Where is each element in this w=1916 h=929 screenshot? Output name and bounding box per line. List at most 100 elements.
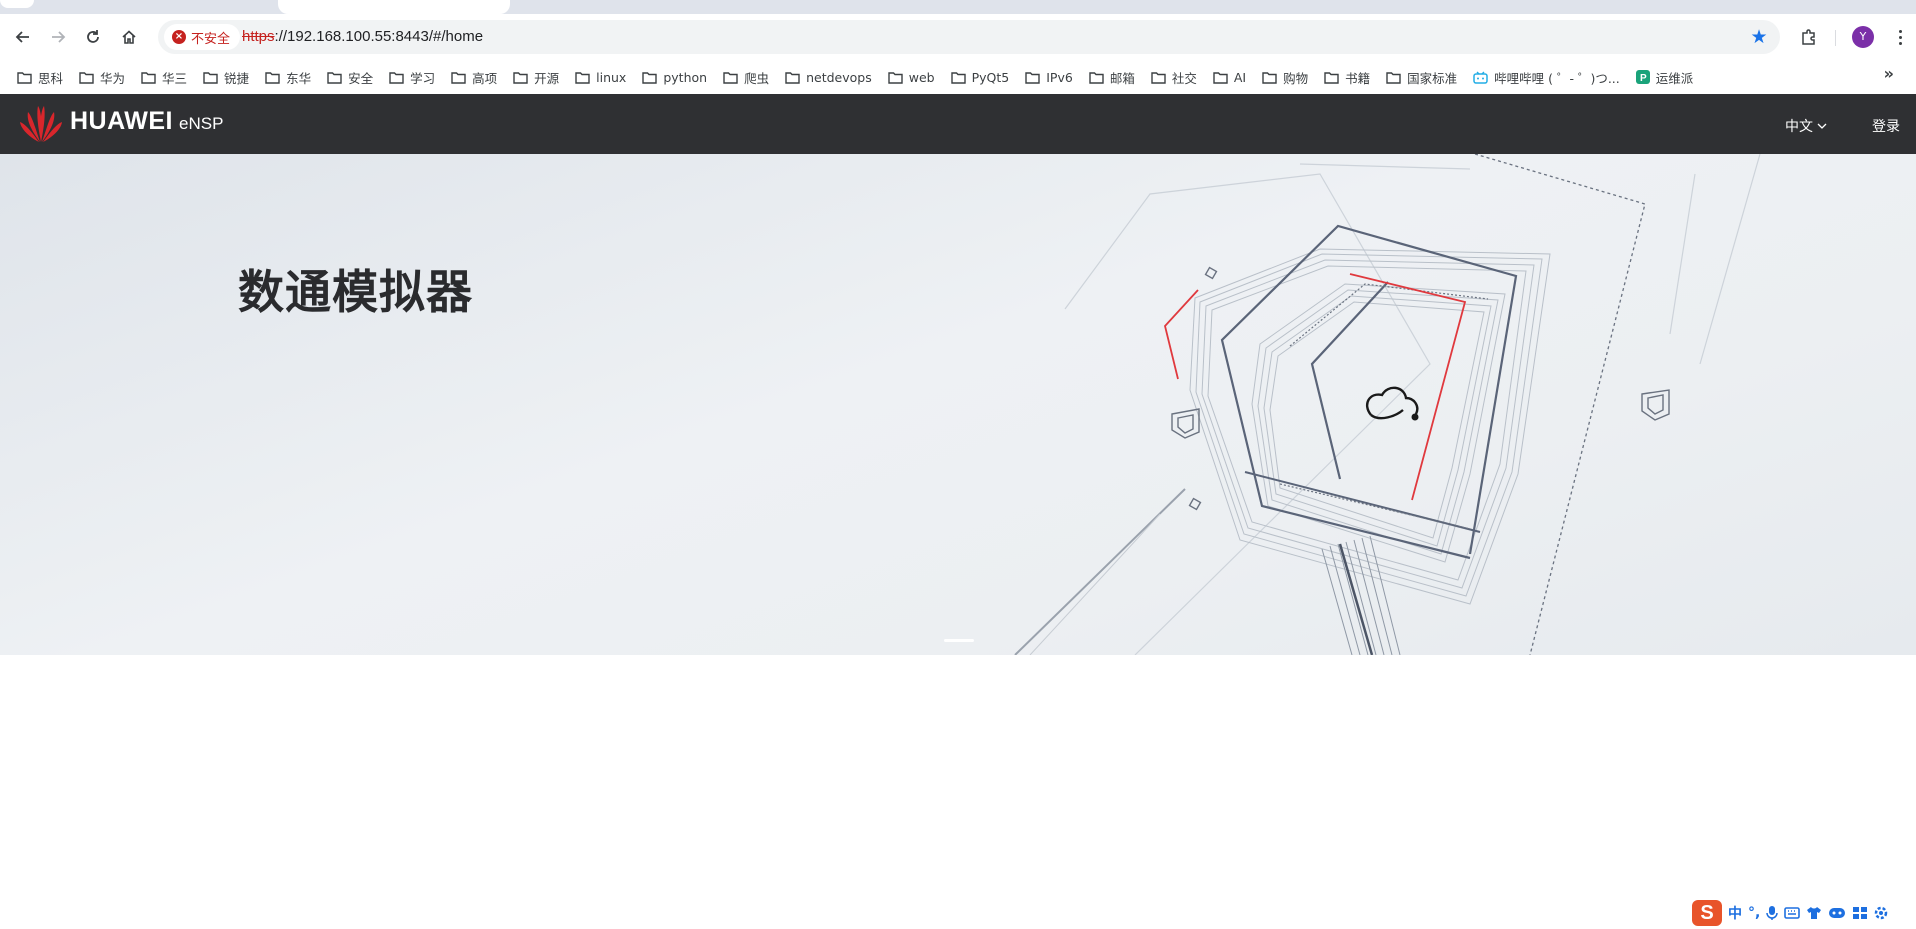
chevron-down-icon xyxy=(1817,123,1827,129)
bookmark-label: 哔哩哔哩 ( ゜- ゜)つ... xyxy=(1494,70,1620,86)
extensions-button[interactable] xyxy=(1794,22,1824,52)
language-selector[interactable]: 中文 xyxy=(1785,116,1827,136)
security-chip[interactable]: × 不安全 xyxy=(164,24,241,50)
bookmark-item[interactable]: linux xyxy=(570,64,631,90)
profile-avatar[interactable]: Y xyxy=(1852,26,1874,48)
home-button[interactable] xyxy=(114,22,144,52)
folder-icon xyxy=(1324,71,1339,84)
bookmark-item[interactable]: 书籍 xyxy=(1319,64,1375,90)
reload-icon xyxy=(87,30,99,43)
folder-icon xyxy=(265,71,280,84)
ime-mode-toggle[interactable]: 中 xyxy=(1728,903,1742,923)
toolbar-divider xyxy=(1835,30,1836,46)
bookmark-item[interactable]: 高项 xyxy=(446,64,502,90)
url-scheme: https xyxy=(242,28,275,45)
bookmark-label: 华三 xyxy=(162,70,188,86)
folder-icon xyxy=(1025,71,1040,84)
language-label: 中文 xyxy=(1785,119,1813,135)
bookmark-item[interactable]: web xyxy=(883,64,940,90)
folder-icon xyxy=(1386,71,1401,84)
bookmarks-overflow-button[interactable]: » xyxy=(1884,64,1894,83)
keyboard-icon[interactable] xyxy=(1784,906,1801,920)
folder-icon xyxy=(141,71,156,84)
settings-gear-icon[interactable] xyxy=(1874,906,1888,920)
microphone-icon[interactable] xyxy=(1766,905,1779,921)
bookmark-label: 社交 xyxy=(1171,70,1197,86)
bookmark-item[interactable]: 邮箱 xyxy=(1084,64,1140,90)
bookmark-label: 国家标准 xyxy=(1407,70,1458,86)
bookmark-label: 华为 xyxy=(100,70,126,86)
puzzle-icon xyxy=(1802,29,1815,45)
cloud-icon xyxy=(1366,386,1419,420)
hero-title: 数通模拟器 xyxy=(238,265,473,319)
bookmark-item[interactable]: python xyxy=(637,64,712,90)
address-bar[interactable]: × 不安全 https://192.168.100.55:8443/#/home… xyxy=(158,20,1780,54)
url-text[interactable]: https://192.168.100.55:8443/#/home xyxy=(242,20,483,54)
bookmark-item[interactable]: PyQt5 xyxy=(946,64,1015,90)
bookmark-item[interactable]: netdevops xyxy=(780,64,877,90)
bookmark-item[interactable]: 东华 xyxy=(260,64,316,90)
bookmark-item[interactable]: 购物 xyxy=(1257,64,1313,90)
browser-menu-button[interactable] xyxy=(1888,22,1912,52)
bookmark-item[interactable]: 开源 xyxy=(508,64,564,90)
hero-illustration xyxy=(1014,154,1761,655)
folder-icon xyxy=(950,71,966,84)
bookmark-item[interactable]: 社交 xyxy=(1146,64,1202,90)
grid-tools-icon[interactable] xyxy=(1852,906,1868,920)
bookmark-label: 书籍 xyxy=(1345,70,1371,86)
bookmark-label: 锐捷 xyxy=(224,70,250,86)
bookmark-label: 东华 xyxy=(286,70,312,86)
forward-arrow-icon xyxy=(52,31,66,43)
reload-button[interactable] xyxy=(78,22,108,52)
folder-icon xyxy=(1213,71,1228,84)
bookmark-item[interactable]: 学习 xyxy=(384,64,440,90)
svg-text:P: P xyxy=(1640,73,1647,84)
folder-icon xyxy=(1151,71,1166,84)
bookmark-label: python xyxy=(663,69,708,85)
ime-punctuation-toggle[interactable]: °, xyxy=(1748,905,1760,921)
bookmark-label: 学习 xyxy=(410,70,436,86)
bookmark-item[interactable]: IPv6 xyxy=(1020,64,1078,90)
bookmark-item[interactable]: 锐捷 xyxy=(198,64,254,90)
folder-icon xyxy=(203,71,218,84)
bookmark-item[interactable]: 思科 xyxy=(12,64,68,90)
bookmark-label: 运维派 xyxy=(1655,70,1694,86)
sogou-ime-logo-icon[interactable]: S xyxy=(1692,900,1722,926)
bookmark-item[interactable]: 哔哩哔哩 ( ゜- ゜)つ... xyxy=(1468,64,1625,90)
bookmark-item[interactable]: 华三 xyxy=(136,64,192,90)
security-label: 不安全 xyxy=(191,31,231,47)
bookmark-item[interactable]: 爬虫 xyxy=(718,64,774,90)
gamepad-icon[interactable] xyxy=(1828,906,1846,920)
bookmark-label: linux xyxy=(596,69,627,85)
folder-icon xyxy=(642,71,658,84)
bookmark-label: PyQt5 xyxy=(971,69,1010,85)
tab-active[interactable] xyxy=(278,0,510,14)
hero-banner: 数通模拟器 xyxy=(0,154,1916,655)
browser-toolbar: × 不安全 https://192.168.100.55:8443/#/home… xyxy=(0,14,1916,60)
home-icon xyxy=(122,30,136,44)
login-link[interactable]: 登录 xyxy=(1872,116,1900,136)
bookmark-label: 开源 xyxy=(534,70,560,86)
folder-icon xyxy=(785,71,800,84)
bookmark-label: AI xyxy=(1233,69,1247,85)
not-secure-icon: × xyxy=(172,30,186,44)
brand-name: HUAWEI xyxy=(70,107,173,135)
tab-inactive[interactable] xyxy=(0,0,34,8)
bookmark-label: netdevops xyxy=(806,69,872,85)
carousel-indicator[interactable] xyxy=(944,639,974,642)
bookmarks-bar: 思科 华为 华三 锐捷 东华 安全 学习 高项 开源 linux python 爬虫 netdevops… xyxy=(0,60,1916,94)
bookmark-item[interactable]: 国家标准 xyxy=(1381,64,1462,90)
folder-icon xyxy=(389,71,404,84)
huawei-logo-icon[interactable] xyxy=(18,102,64,144)
skin-shirt-icon[interactable] xyxy=(1806,906,1822,920)
site-header: HUAWEI eNSP 中文 登录 xyxy=(0,94,1916,154)
bookmark-item[interactable]: P 运维派 xyxy=(1631,64,1699,90)
back-button[interactable] xyxy=(8,22,38,52)
folder-icon xyxy=(1089,71,1104,84)
bookmark-item[interactable]: 华为 xyxy=(74,64,130,90)
forward-button[interactable] xyxy=(43,22,73,52)
bookmark-item[interactable]: 安全 xyxy=(322,64,378,90)
bookmark-item[interactable]: AI xyxy=(1208,64,1251,90)
bookmark-star-icon[interactable]: ★ xyxy=(1748,26,1770,48)
bookmark-label: 高项 xyxy=(472,70,498,86)
